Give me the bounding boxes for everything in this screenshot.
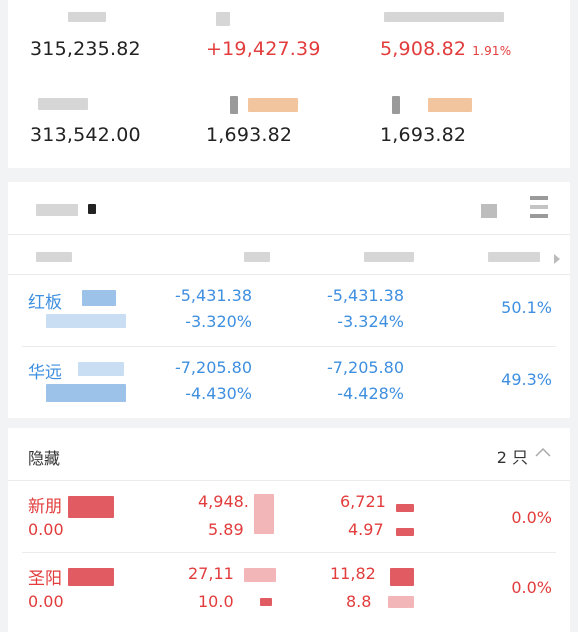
- value-a2: 10.0: [198, 592, 234, 611]
- blurred-value: [390, 568, 414, 586]
- total-profit-amount: 5,908.82: [380, 38, 467, 60]
- profit-b-value: 1,693.82: [380, 124, 467, 146]
- profit-amount: -5,431.38: [174, 286, 252, 305]
- blurred-stock-name: [68, 496, 114, 518]
- blurred-value: [260, 598, 272, 606]
- holding-name: 新朋: [28, 497, 62, 517]
- section-title: 隐藏: [28, 449, 61, 468]
- hidden-holding-row[interactable]: 新朋 0.00 4,948. 5.89 6,721 4.97 0.0%: [8, 484, 570, 550]
- profit-amount: -7,205.80: [174, 358, 252, 377]
- blurred-label: [216, 12, 230, 26]
- hidden-holding-row[interactable]: 圣阳 0.00 27,11 10.0 11,82 8.8 0.0%: [8, 554, 570, 624]
- position-pct: 49.3%: [501, 370, 552, 389]
- divider: [22, 346, 556, 347]
- holding-name: 华远: [28, 363, 62, 383]
- blurred-label: [248, 98, 298, 112]
- asset-summary-card: 315,235.82 +19,427.39 5,908.82 1.91% 313,…: [8, 0, 570, 168]
- holding-row[interactable]: 红板 -5,431.38 -3.320% -5,431.38 -3.324% 5…: [8, 274, 570, 344]
- hidden-holdings-card: 隐藏 2 只 新朋 0.00 4,948. 5.89 6,721 4.97 0.…: [8, 428, 570, 632]
- holding-sub-value: 0.00: [28, 520, 64, 539]
- blurred-label: [68, 12, 106, 22]
- profit-pct: -4.430%: [185, 384, 252, 403]
- blurred-stock-code: [46, 314, 126, 328]
- blurred-tab-label: [88, 204, 96, 214]
- value-b: 11,82: [330, 564, 376, 583]
- blurred-column-header: [364, 252, 414, 262]
- blurred-stock-name: [78, 362, 124, 376]
- position-pct: 0.0%: [511, 508, 552, 527]
- blurred-column-header: [488, 252, 540, 262]
- blurred-tab-label[interactable]: [36, 204, 78, 216]
- total-profit-value: 5,908.82 1.91%: [380, 38, 511, 60]
- value-a: 27,11: [188, 564, 234, 583]
- blurred-column-header: [244, 252, 270, 262]
- holding-sub-value: 0.00: [28, 592, 64, 611]
- value-a: 4,948.: [198, 492, 249, 511]
- day-pct: -3.324%: [337, 312, 404, 331]
- blurred-label: [230, 96, 238, 114]
- blurred-value: [396, 504, 414, 512]
- blurred-value: [396, 528, 414, 536]
- list-icon[interactable]: [528, 194, 550, 220]
- holding-name: 红板: [28, 293, 62, 313]
- blurred-column-header: [36, 252, 72, 262]
- value-b: 6,721: [340, 492, 386, 511]
- holding-name: 圣阳: [28, 569, 62, 589]
- blurred-stock-code: [46, 384, 126, 402]
- blurred-stock-name: [82, 290, 116, 306]
- position-pct: 50.1%: [501, 298, 552, 317]
- profit-a-value: 1,693.82: [206, 124, 293, 146]
- day-amount: -7,205.80: [326, 358, 404, 377]
- blurred-label: [392, 96, 400, 114]
- position-pct: 0.0%: [511, 578, 552, 597]
- filter-icon[interactable]: [480, 200, 498, 220]
- blurred-stock-name: [68, 568, 114, 586]
- holdings-card: 红板 -5,431.38 -3.320% -5,431.38 -3.324% 5…: [8, 182, 570, 418]
- blurred-label: [38, 98, 88, 110]
- value-b2: 4.97: [348, 520, 384, 539]
- day-pct: -4.428%: [337, 384, 404, 403]
- hidden-count: 2 只: [496, 448, 528, 467]
- value-a2: 5.89: [208, 520, 244, 539]
- holding-row[interactable]: 华远 -7,205.80 -4.430% -7,205.80 -4.428% 4…: [8, 348, 570, 418]
- blurred-value: [254, 494, 274, 534]
- value-b2: 8.8: [346, 592, 372, 611]
- blurred-label: [384, 12, 504, 22]
- divider: [22, 552, 556, 553]
- triangle-right-icon: [553, 250, 561, 264]
- blurred-value: [388, 596, 414, 608]
- profit-pct: -3.320%: [185, 312, 252, 331]
- blurred-label: [428, 98, 472, 112]
- total-assets-value: 315,235.82: [30, 38, 141, 60]
- market-value: 313,542.00: [30, 124, 141, 146]
- chevron-up-icon[interactable]: [534, 444, 552, 462]
- day-amount: -5,431.38: [326, 286, 404, 305]
- total-profit-pct: 1.91%: [472, 44, 512, 58]
- divider: [8, 480, 570, 481]
- day-change-value: +19,427.39: [206, 38, 321, 60]
- blurred-value: [244, 568, 276, 582]
- divider: [8, 234, 570, 235]
